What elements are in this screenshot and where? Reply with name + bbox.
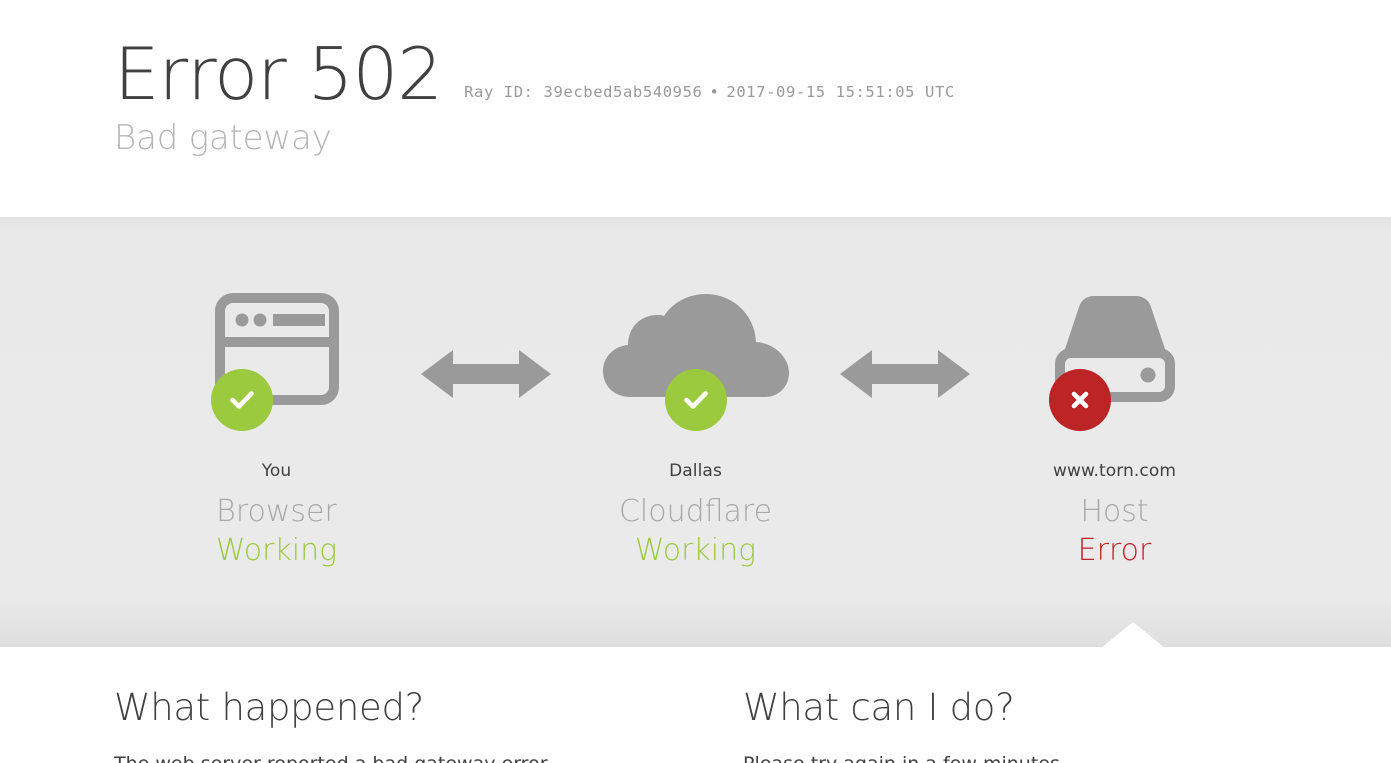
- browser-location-label: You: [261, 461, 292, 481]
- what-happened-heading: What happened?: [114, 686, 424, 729]
- what-can-i-do-heading: What can I do?: [743, 686, 1015, 729]
- host-state-label: Error: [1077, 532, 1152, 568]
- what-happened-body: The web server reported a bad gateway er…: [114, 750, 743, 763]
- browser-icon-stack: [210, 293, 339, 431]
- check-icon: [683, 391, 708, 409]
- cross-icon: [1071, 391, 1088, 409]
- status-columns: You Browser Working Dallas Cloudflare Wo…: [0, 217, 1391, 568]
- host-role-label: Host: [1080, 494, 1149, 529]
- server-icon-wrap: [905, 279, 1324, 431]
- cloudflare-location-label: Dallas: [669, 461, 722, 481]
- status-column-browser: You Browser Working: [67, 279, 486, 568]
- ray-id-label: Ray ID: 39ecbed5ab540956: [464, 83, 703, 101]
- cloudflare-role-label: Cloudflare: [618, 494, 773, 529]
- meta-separator: •: [709, 83, 720, 101]
- check-icon: [229, 391, 254, 409]
- header-inner: Error 502 Ray ID: 39ecbed5ab540956 • 2017-…: [0, 38, 1391, 157]
- host-status-badge: [1048, 369, 1111, 431]
- cloud-icon-stack: [601, 293, 791, 431]
- status-column-cloudflare: Dallas Cloudflare Working: [486, 279, 905, 568]
- error-code-title: Error 502: [114, 32, 443, 116]
- bottom-inner: What happened? The web server reported a…: [0, 686, 1391, 763]
- what-can-i-do-column: What can I do? Please try again in a few…: [743, 686, 1372, 763]
- title-row: Error 502 Ray ID: 39ecbed5ab540956 • 2017-…: [114, 38, 1391, 110]
- browser-role-label: Browser: [216, 494, 337, 529]
- what-happened-column: What happened? The web server reported a…: [114, 686, 743, 763]
- panel-pointer-triangle: [1101, 622, 1165, 648]
- browser-state-label: Working: [215, 532, 338, 568]
- cloudflare-state-label: Working: [634, 532, 757, 568]
- what-can-i-do-body: Please try again in a few minutes.: [743, 750, 1372, 763]
- bottom-section: What happened? The web server reported a…: [0, 647, 1391, 763]
- server-icon-stack: [1048, 293, 1175, 431]
- timestamp-label: 2017-09-15 15:51:05 UTC: [726, 83, 955, 101]
- error-description: Bad gateway: [114, 118, 332, 158]
- page-header: Error 502 Ray ID: 39ecbed5ab540956 • 2017-…: [0, 0, 1391, 217]
- status-panel: You Browser Working Dallas Cloudflare Wo…: [0, 217, 1391, 648]
- ray-id-meta: Ray ID: 39ecbed5ab540956 • 2017-09-15 15:5…: [464, 83, 955, 101]
- browser-status-badge: [210, 369, 273, 431]
- host-location-label: www.torn.com: [1053, 461, 1176, 481]
- cloudflare-status-badge: [664, 369, 727, 431]
- status-column-host: www.torn.com Host Error: [905, 279, 1324, 568]
